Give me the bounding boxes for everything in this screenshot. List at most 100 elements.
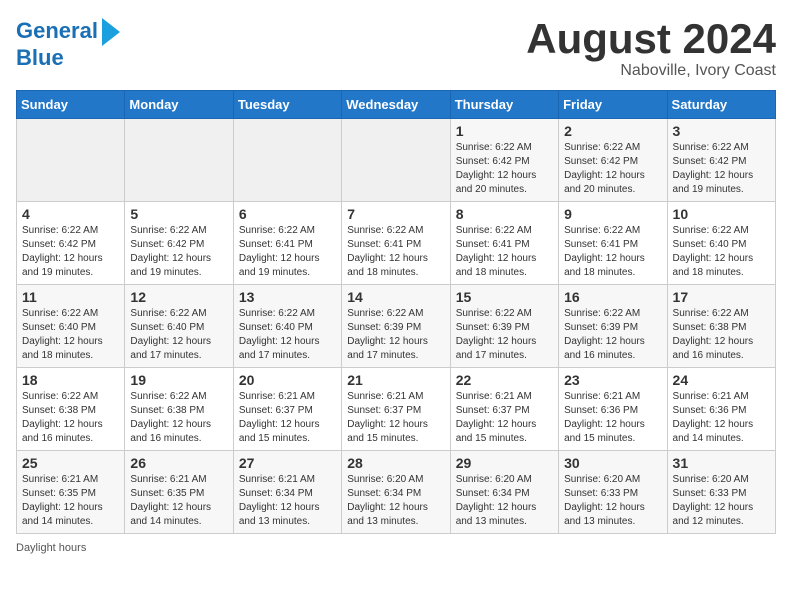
calendar-cell: 1Sunrise: 6:22 AM Sunset: 6:42 PM Daylig…: [450, 119, 558, 202]
calendar-cell: 25Sunrise: 6:21 AM Sunset: 6:35 PM Dayli…: [17, 451, 125, 534]
calendar-cell: 8Sunrise: 6:22 AM Sunset: 6:41 PM Daylig…: [450, 202, 558, 285]
calendar-cell: 13 Sunrise: 6:22 AM Sunset: 6:40 PM Dayli…: [233, 285, 341, 368]
day-info: Sunrise: 6:22 AM Sunset: 6:42 PM Dayligh…: [130, 224, 227, 280]
calendar-cell: 16 Sunrise: 6:22 AM Sunset: 6:39 PM Dayli…: [559, 285, 667, 368]
calendar-cell: [233, 119, 341, 202]
day-info: Sunrise: 6:22 AM Sunset: 6:42 PM Dayligh…: [22, 224, 119, 280]
day-info: Sunrise: 6:22 AM Sunset: 6:38 PM Dayligh…: [130, 390, 227, 446]
calendar-cell: 22Sunrise: 6:21 AM Sunset: 6:37 PM Dayli…: [450, 368, 558, 451]
day-info: Sunrise: 6:21 AM Sunset: 6:37 PM Dayligh…: [347, 390, 444, 446]
day-number: 3: [673, 123, 770, 139]
day-number: 1: [456, 123, 553, 139]
day-of-week-header: Saturday: [667, 91, 775, 119]
calendar-header-row: SundayMondayTuesdayWednesdayThursdayFrid…: [17, 91, 776, 119]
day-info: Sunrise: 6:22 AM Sunset: 6:40 PM Dayligh…: [130, 307, 227, 363]
logo-text: General: [16, 19, 98, 43]
day-of-week-header: Tuesday: [233, 91, 341, 119]
day-number: 15: [456, 289, 553, 305]
day-number: 25: [22, 455, 119, 471]
footer: Daylight hours: [16, 542, 776, 554]
title-block: August 2024 Naboville, Ivory Coast: [526, 16, 776, 80]
day-number: 16: [564, 289, 661, 305]
day-info: Sunrise: 6:21 AM Sunset: 6:36 PM Dayligh…: [564, 390, 661, 446]
day-number: 12: [130, 289, 227, 305]
calendar-week-row: 4 Sunrise: 6:22 AM Sunset: 6:42 PM Daylig…: [17, 202, 776, 285]
calendar-cell: 28 Sunrise: 6:20 AM Sunset: 6:34 PM Dayli…: [342, 451, 450, 534]
day-info: Sunrise: 6:21 AM Sunset: 6:35 PM Dayligh…: [130, 473, 227, 529]
day-number: 7: [347, 206, 444, 222]
day-number: 21: [347, 372, 444, 388]
day-number: 4: [22, 206, 119, 222]
calendar-cell: 14 Sunrise: 6:22 AM Sunset: 6:39 PM Dayli…: [342, 285, 450, 368]
day-info: Sunrise: 6:22 AM Sunset: 6:39 PM Dayligh…: [347, 307, 444, 363]
day-info: Sunrise: 6:20 AM Sunset: 6:34 PM Dayligh…: [347, 473, 444, 529]
day-info: Sunrise: 6:21 AM Sunset: 6:37 PM Dayligh…: [456, 390, 553, 446]
day-number: 24: [673, 372, 770, 388]
calendar-cell: 3 Sunrise: 6:22 AM Sunset: 6:42 PM Daylig…: [667, 119, 775, 202]
calendar-cell: 6 Sunrise: 6:22 AM Sunset: 6:41 PM Daylig…: [233, 202, 341, 285]
calendar-cell: 10Sunrise: 6:22 AM Sunset: 6:40 PM Dayli…: [667, 202, 775, 285]
page-header: General Blue August 2024 Naboville, Ivor…: [16, 16, 776, 80]
calendar-cell: 27Sunrise: 6:21 AM Sunset: 6:34 PM Dayli…: [233, 451, 341, 534]
calendar-cell: [17, 119, 125, 202]
day-info: Sunrise: 6:20 AM Sunset: 6:33 PM Dayligh…: [564, 473, 661, 529]
day-info: Sunrise: 6:20 AM Sunset: 6:33 PM Dayligh…: [673, 473, 770, 529]
calendar-cell: [125, 119, 233, 202]
calendar-cell: 7 Sunrise: 6:22 AM Sunset: 6:41 PM Daylig…: [342, 202, 450, 285]
calendar-cell: 30 Sunrise: 6:20 AM Sunset: 6:33 PM Dayli…: [559, 451, 667, 534]
day-info: Sunrise: 6:21 AM Sunset: 6:34 PM Dayligh…: [239, 473, 336, 529]
day-number: 18: [22, 372, 119, 388]
day-number: 6: [239, 206, 336, 222]
day-info: Sunrise: 6:21 AM Sunset: 6:36 PM Dayligh…: [673, 390, 770, 446]
calendar-cell: 4 Sunrise: 6:22 AM Sunset: 6:42 PM Daylig…: [17, 202, 125, 285]
day-number: 30: [564, 455, 661, 471]
calendar-cell: 23Sunrise: 6:21 AM Sunset: 6:36 PM Dayli…: [559, 368, 667, 451]
logo-text-blue: Blue: [16, 46, 120, 70]
day-number: 19: [130, 372, 227, 388]
day-of-week-header: Thursday: [450, 91, 558, 119]
day-info: Sunrise: 6:22 AM Sunset: 6:41 PM Dayligh…: [564, 224, 661, 280]
calendar-cell: 20 Sunrise: 6:21 AM Sunset: 6:37 PM Dayli…: [233, 368, 341, 451]
calendar-cell: 24 Sunrise: 6:21 AM Sunset: 6:36 PM Dayli…: [667, 368, 775, 451]
calendar-cell: 31 Sunrise: 6:20 AM Sunset: 6:33 PM Dayli…: [667, 451, 775, 534]
calendar-cell: 15 Sunrise: 6:22 AM Sunset: 6:39 PM Dayli…: [450, 285, 558, 368]
day-info: Sunrise: 6:22 AM Sunset: 6:42 PM Dayligh…: [564, 141, 661, 197]
day-number: 9: [564, 206, 661, 222]
day-number: 28: [347, 455, 444, 471]
calendar-cell: 21 Sunrise: 6:21 AM Sunset: 6:37 PM Dayli…: [342, 368, 450, 451]
calendar-cell: [342, 119, 450, 202]
day-info: Sunrise: 6:22 AM Sunset: 6:41 PM Dayligh…: [347, 224, 444, 280]
logo-arrow-icon: [102, 18, 120, 46]
logo: General Blue: [16, 16, 120, 70]
day-of-week-header: Wednesday: [342, 91, 450, 119]
day-number: 2: [564, 123, 661, 139]
day-info: Sunrise: 6:22 AM Sunset: 6:40 PM Dayligh…: [239, 307, 336, 363]
day-info: Sunrise: 6:22 AM Sunset: 6:41 PM Dayligh…: [239, 224, 336, 280]
calendar-cell: 9 Sunrise: 6:22 AM Sunset: 6:41 PM Daylig…: [559, 202, 667, 285]
day-info: Sunrise: 6:22 AM Sunset: 6:42 PM Dayligh…: [673, 141, 770, 197]
calendar-cell: 5Sunrise: 6:22 AM Sunset: 6:42 PM Daylig…: [125, 202, 233, 285]
day-number: 11: [22, 289, 119, 305]
day-info: Sunrise: 6:22 AM Sunset: 6:38 PM Dayligh…: [22, 390, 119, 446]
day-info: Sunrise: 6:21 AM Sunset: 6:37 PM Dayligh…: [239, 390, 336, 446]
calendar-subtitle: Naboville, Ivory Coast: [526, 62, 776, 80]
calendar-week-row: 25 Sunrise: 6:21 AM Sunset: 6:35 PM Dayli…: [17, 451, 776, 534]
calendar-week-row: 18 Sunrise: 6:22 AM Sunset: 6:38 PM Dayli…: [17, 368, 776, 451]
day-info: Sunrise: 6:22 AM Sunset: 6:39 PM Dayligh…: [564, 307, 661, 363]
calendar-cell: 18 Sunrise: 6:22 AM Sunset: 6:38 PM Dayli…: [17, 368, 125, 451]
day-number: 14: [347, 289, 444, 305]
day-number: 20: [239, 372, 336, 388]
calendar-cell: 29Sunrise: 6:20 AM Sunset: 6:34 PM Dayli…: [450, 451, 558, 534]
day-number: 26: [130, 455, 227, 471]
calendar-week-row: 1 Sunrise: 6:22 AM Sunset: 6:42 PM Daylig…: [17, 119, 776, 202]
calendar-cell: 2 Sunrise: 6:22 AM Sunset: 6:42 PM Daylig…: [559, 119, 667, 202]
daylight-hours-label: Daylight hours: [16, 542, 86, 554]
day-info: Sunrise: 6:22 AM Sunset: 6:39 PM Dayligh…: [456, 307, 553, 363]
day-of-week-header: Sunday: [17, 91, 125, 119]
calendar-cell: 12 Sunrise: 6:22 AM Sunset: 6:40 PM Dayli…: [125, 285, 233, 368]
calendar-cell: 11 Sunrise: 6:22 AM Sunset: 6:40 PM Dayli…: [17, 285, 125, 368]
day-number: 13: [239, 289, 336, 305]
day-number: 29: [456, 455, 553, 471]
day-number: 31: [673, 455, 770, 471]
day-info: Sunrise: 6:22 AM Sunset: 6:40 PM Dayligh…: [22, 307, 119, 363]
